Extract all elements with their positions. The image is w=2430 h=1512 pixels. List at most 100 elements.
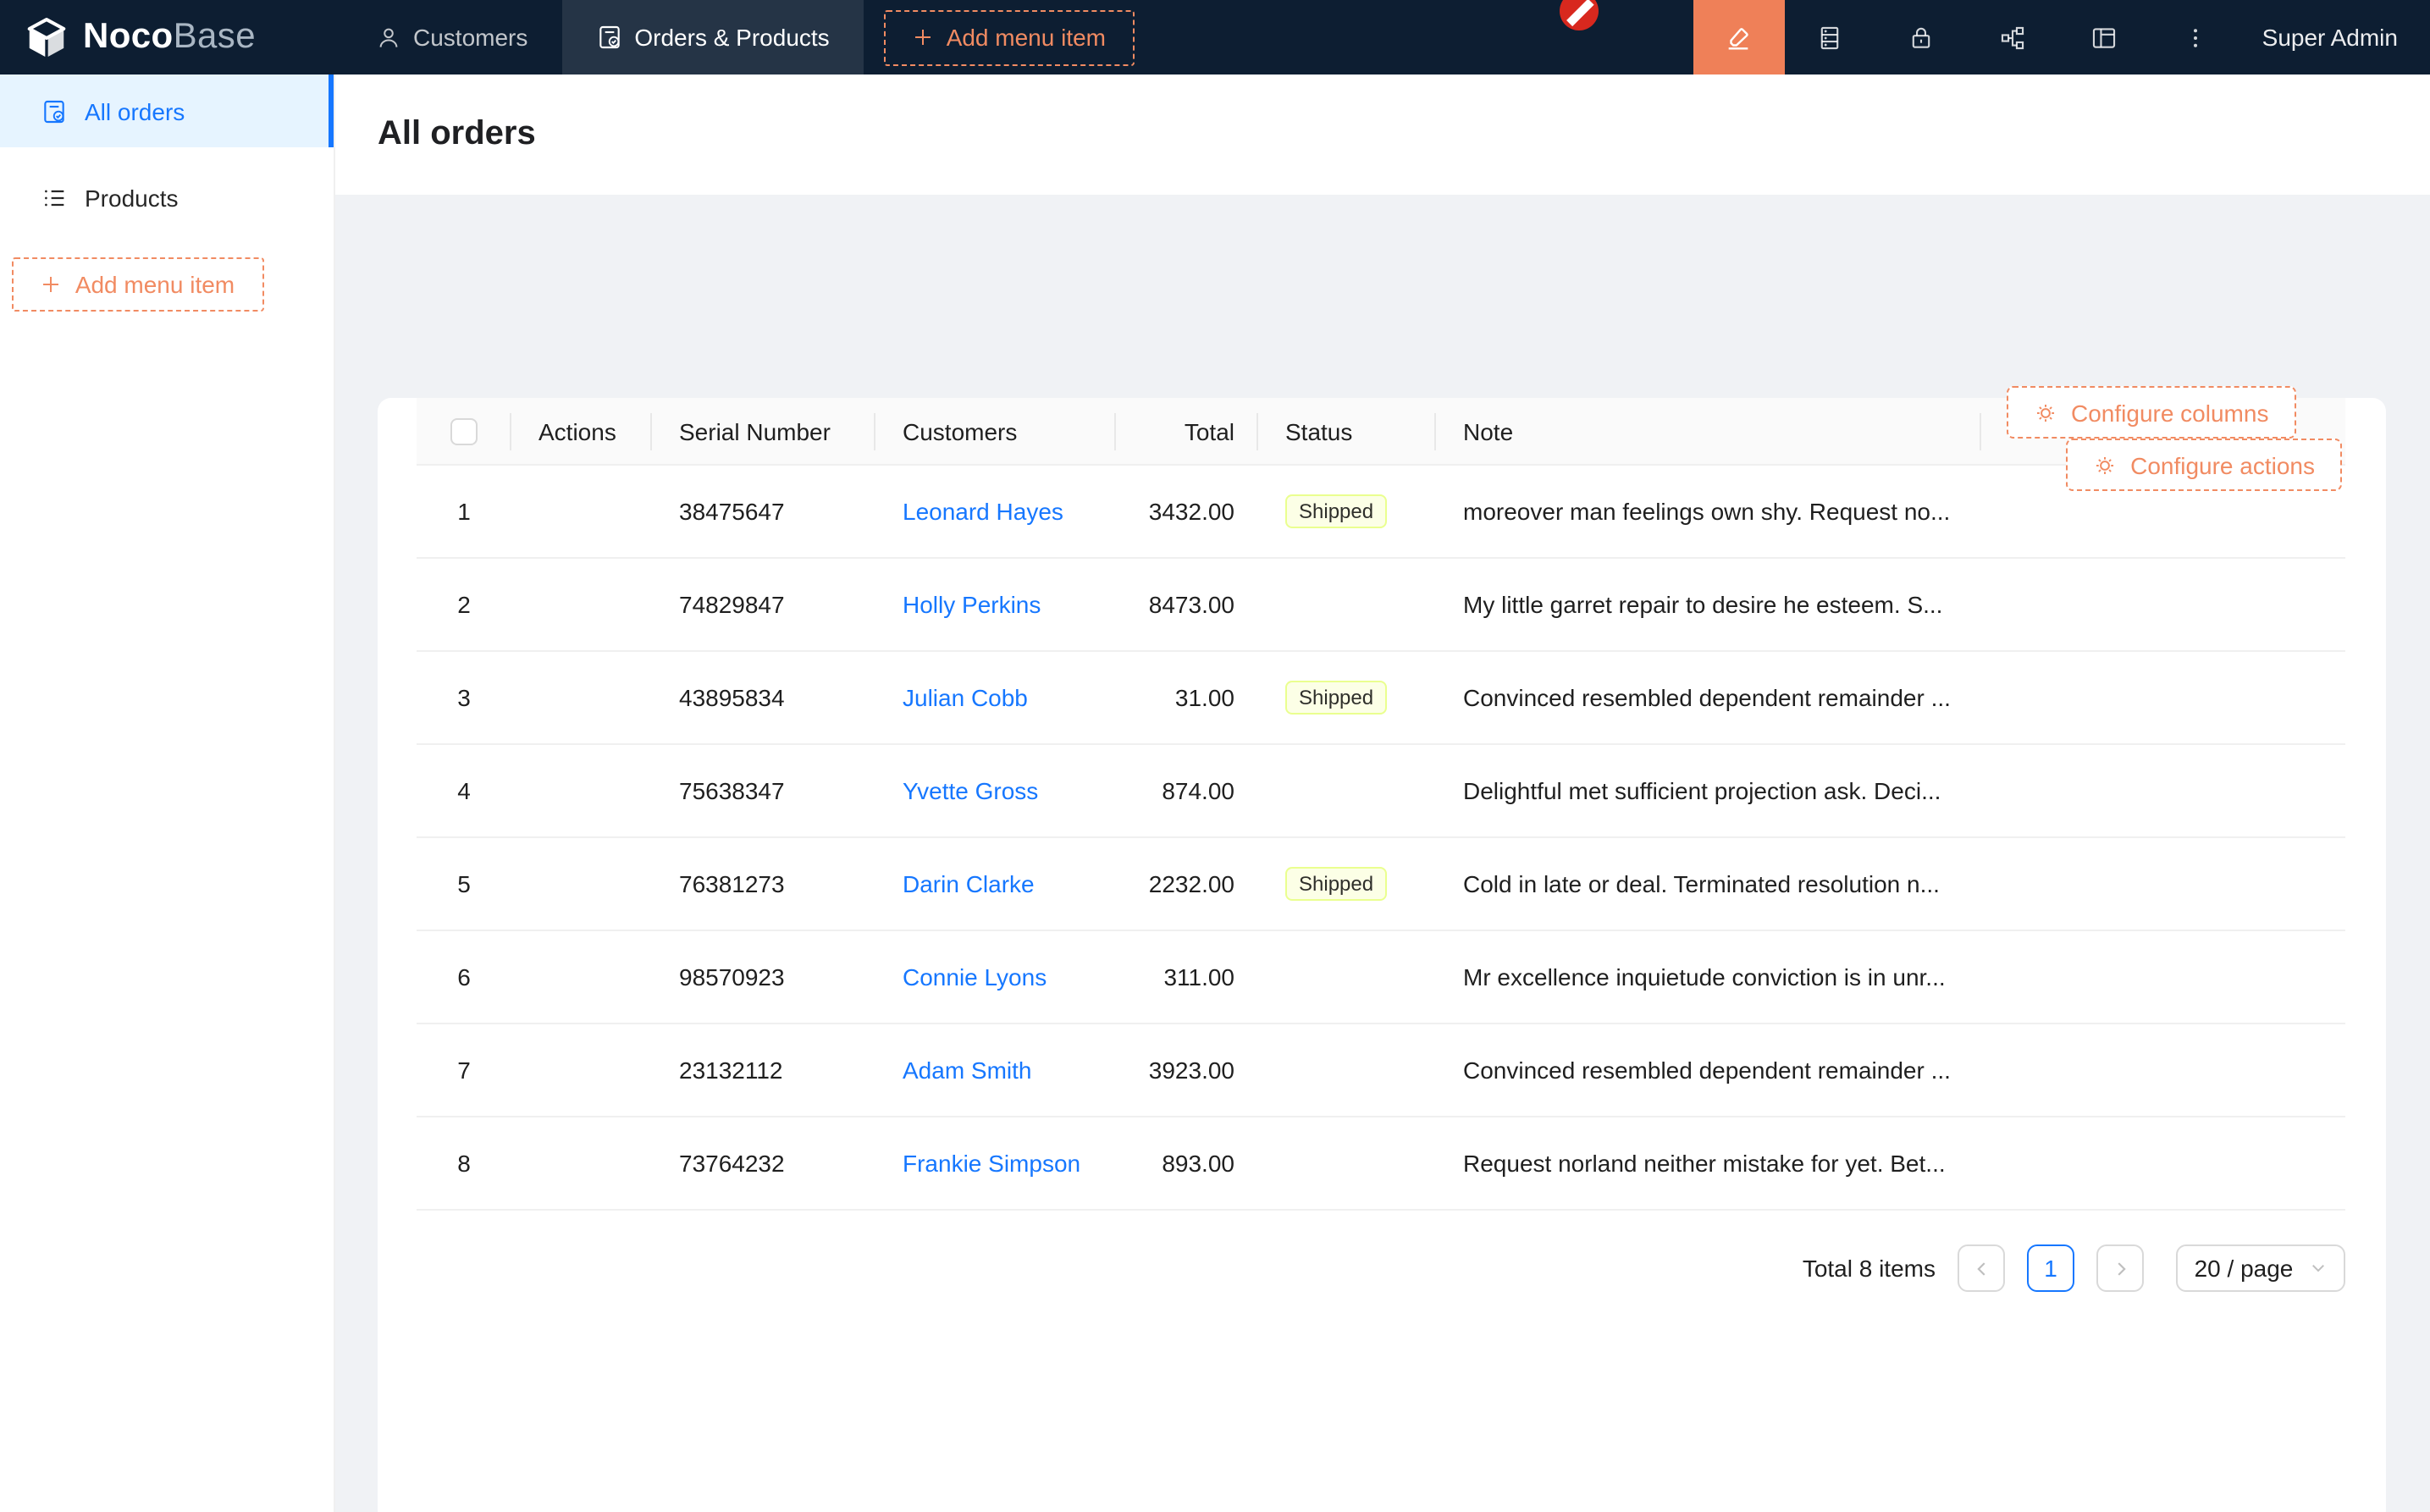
customer-link[interactable]: Julian Cobb	[903, 684, 1028, 711]
table-row: 4 75638347 Yvette Gross 874.00 Delightfu…	[417, 745, 2345, 838]
sidebar-item-products[interactable]: Products	[0, 161, 334, 234]
customer-link[interactable]: Adam Smith	[903, 1057, 1032, 1084]
sidebar: All orders Products Add me	[0, 74, 335, 1512]
cube-logo-icon	[24, 14, 69, 60]
status-badge: Shipped	[1285, 494, 1387, 528]
row-index: 7	[417, 1024, 511, 1116]
total-cell: 874.00	[1116, 745, 1258, 836]
access-control-button[interactable]	[1876, 0, 1968, 74]
collections-manager-button[interactable]	[1785, 0, 1876, 74]
note-cell: Convinced resembled dependent remainder …	[1436, 652, 2345, 743]
row-index: 6	[417, 931, 511, 1023]
tab-label: Customers	[413, 24, 527, 51]
customer-link[interactable]: Connie Lyons	[903, 963, 1047, 991]
table-row: 3 43895834 Julian Cobb 31.00 Shipped Con…	[417, 652, 2345, 745]
actions-cell	[511, 1117, 652, 1209]
top-navbar: NocoBase Customers Orders & Products	[0, 0, 2430, 74]
ui-editor-button[interactable]	[1693, 0, 1785, 74]
navbar-tools: Super Admin	[1693, 0, 2430, 74]
note-cell: Mr excellence inquietude conviction is i…	[1436, 931, 2345, 1023]
page-size-select[interactable]: 20 / page	[2176, 1244, 2345, 1292]
customer-link[interactable]: Frankie Simpson	[903, 1150, 1080, 1177]
customer-link[interactable]: Leonard Hayes	[903, 498, 1063, 525]
customer-link[interactable]: Holly Perkins	[903, 591, 1041, 618]
lock-icon	[1908, 23, 1936, 52]
customer-link[interactable]: Darin Clarke	[903, 870, 1035, 897]
sidebar-item-all-orders[interactable]: All orders	[0, 74, 334, 147]
brand[interactable]: NocoBase	[0, 0, 342, 74]
chevron-left-icon	[1972, 1259, 1991, 1277]
actions-cell	[511, 745, 652, 836]
tab-customers[interactable]: Customers	[342, 0, 561, 74]
sidebar-add-menu-item-button[interactable]: Add menu item	[12, 257, 264, 312]
layout-icon	[2090, 23, 2119, 52]
total-cell: 3923.00	[1116, 1024, 1258, 1116]
navbar-add-menu-item-button[interactable]: Add menu item	[884, 9, 1135, 65]
plus-icon	[913, 27, 933, 47]
row-index: 5	[417, 838, 511, 930]
total-cell: 3432.00	[1116, 466, 1258, 557]
unordered-list-icon	[41, 184, 68, 211]
row-index: 4	[417, 745, 511, 836]
more-menu-button[interactable]	[2151, 0, 2242, 74]
actions-cell	[511, 931, 652, 1023]
serial-cell: 73764232	[652, 1117, 875, 1209]
add-menu-item-label: Add menu item	[947, 24, 1106, 51]
column-header-total: Total	[1116, 398, 1258, 464]
main-layout: All orders Products Add me	[0, 74, 2430, 1512]
main-area: All orders Configure actions	[335, 74, 2430, 1512]
api-partition-button[interactable]	[1968, 0, 2059, 74]
orders-table: Actions Serial Number Customers Total St…	[417, 398, 2345, 1211]
status-cell	[1258, 1117, 1436, 1209]
column-header-note: Note	[1436, 398, 1980, 464]
sidebar-item-label: Products	[85, 184, 179, 211]
table-header-row: Actions Serial Number Customers Total St…	[417, 398, 2345, 466]
select-all-cell	[417, 398, 511, 464]
pagination-prev-button[interactable]	[1958, 1244, 2005, 1292]
actions-cell	[511, 652, 652, 743]
pagination-total: Total 8 items	[1803, 1255, 1936, 1282]
column-header-serial-number: Serial Number	[652, 398, 875, 464]
app-window: NocoBase Customers Orders & Products	[0, 0, 2430, 1512]
row-index: 3	[417, 652, 511, 743]
brand-name-light: Base	[174, 17, 256, 56]
database-icon	[1816, 23, 1845, 52]
status-cell	[1258, 931, 1436, 1023]
status-badge: Shipped	[1285, 681, 1387, 715]
row-index: 1	[417, 466, 511, 557]
table-row: 7 23132112 Adam Smith 3923.00 Convinced …	[417, 1024, 2345, 1117]
tab-orders-and-products[interactable]: Orders & Products	[561, 0, 863, 74]
pagination-page-1[interactable]: 1	[2027, 1244, 2074, 1292]
pagination: Total 8 items 1	[378, 1244, 2345, 1292]
chevron-right-icon	[2111, 1259, 2129, 1277]
tab-label: Orders & Products	[634, 24, 829, 51]
serial-cell: 75638347	[652, 745, 875, 836]
total-cell: 2232.00	[1116, 838, 1258, 930]
layout-settings-button[interactable]	[2059, 0, 2151, 74]
status-cell	[1258, 559, 1436, 650]
table-row: 6 98570923 Connie Lyons 311.00 Mr excell…	[417, 931, 2345, 1024]
status-cell	[1258, 745, 1436, 836]
column-header-actions: Actions	[511, 398, 652, 464]
sidebar-item-label: All orders	[85, 97, 185, 124]
total-cell: 31.00	[1116, 652, 1258, 743]
total-cell: 893.00	[1116, 1117, 1258, 1209]
select-all-checkbox[interactable]	[450, 417, 478, 444]
table-row: 1 38475647 Leonard Hayes 3432.00 Shipped…	[417, 466, 2345, 559]
note-cell: My little garret repair to desire he est…	[1436, 559, 2345, 650]
row-index: 2	[417, 559, 511, 650]
page-size-value: 20 / page	[2195, 1255, 2294, 1282]
gear-icon	[2034, 400, 2057, 424]
actions-cell	[511, 559, 652, 650]
current-user-menu[interactable]: Super Admin	[2242, 0, 2430, 74]
configure-columns-button[interactable]: Configure columns	[2007, 386, 2295, 439]
note-cell: Cold in late or deal. Terminated resolut…	[1436, 838, 2345, 930]
actions-cell	[511, 838, 652, 930]
actions-cell	[511, 1024, 652, 1116]
pagination-next-button[interactable]	[2096, 1244, 2144, 1292]
note-cell: Delightful met sufficient projection ask…	[1436, 745, 2345, 836]
active-indicator-bar	[329, 74, 334, 147]
order-document-icon	[595, 24, 622, 51]
customer-link[interactable]: Yvette Gross	[903, 777, 1038, 804]
actions-cell	[511, 466, 652, 557]
